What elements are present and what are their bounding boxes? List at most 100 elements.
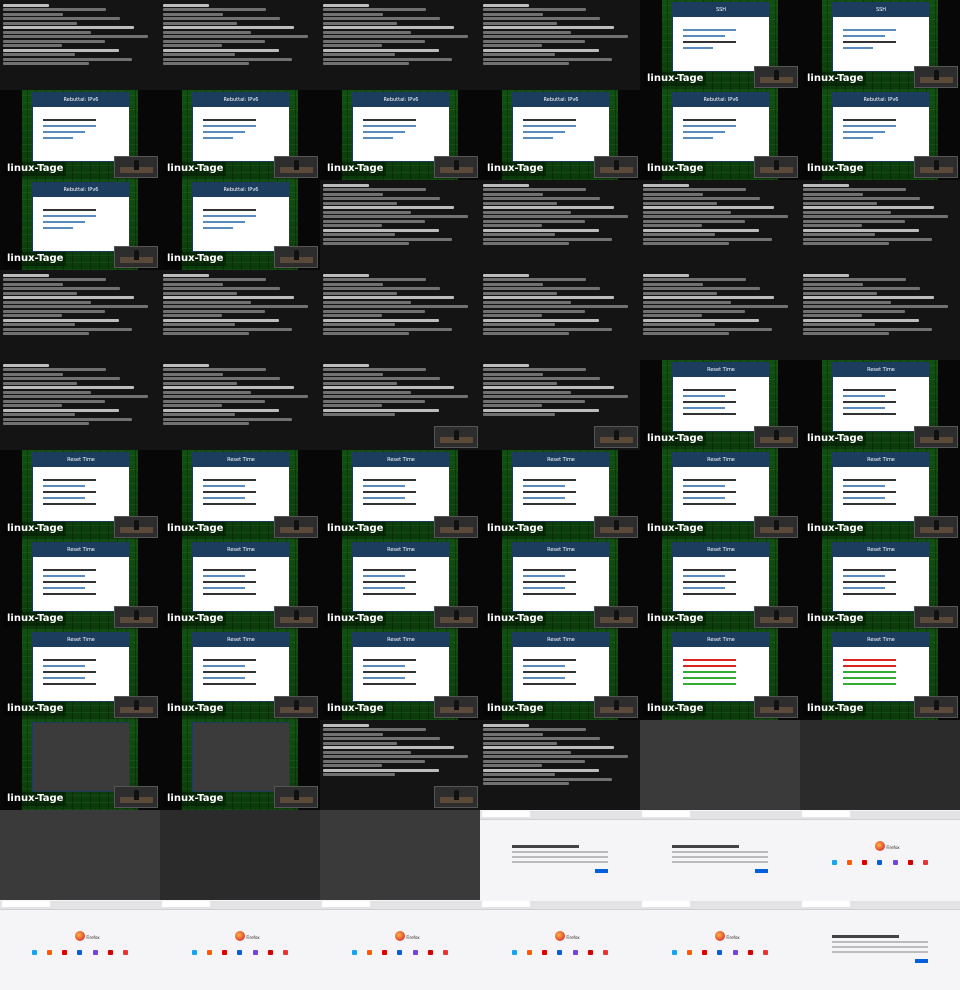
speaker xyxy=(453,790,459,801)
slide-body xyxy=(833,17,929,61)
slide-text-line xyxy=(203,479,257,481)
terminal-line xyxy=(803,327,933,331)
slide-title: Rebuttal: IPv6 xyxy=(833,93,929,107)
presentation-video-frame: Rebuttal: IPv6 linux-Tage xyxy=(640,90,800,180)
terminal-line xyxy=(483,224,542,227)
terminal-line xyxy=(483,30,571,34)
terminal-line xyxy=(3,3,50,7)
browser-window: Firefox xyxy=(320,900,480,990)
terminal-line xyxy=(643,201,717,205)
terminal-line xyxy=(323,404,382,407)
browser-tab-bar xyxy=(320,901,480,910)
slide-text-line xyxy=(363,665,405,667)
terminal-line xyxy=(323,773,396,776)
terminal-line xyxy=(163,381,237,385)
terminal-line xyxy=(483,291,557,295)
slide-text-line xyxy=(683,671,737,673)
terminal-line xyxy=(163,278,267,281)
slide-title: Rebuttal: IPv6 xyxy=(33,183,129,197)
terminal-output xyxy=(323,362,477,418)
slide-text-line xyxy=(203,131,245,133)
terminal-frame xyxy=(800,270,960,360)
terminal-line xyxy=(3,417,133,421)
presentation-video-frame: SSH linux-Tage xyxy=(800,0,960,90)
terminal-line xyxy=(483,206,614,209)
terminal-line xyxy=(643,323,716,326)
error-text-line xyxy=(672,861,768,864)
terminal-line xyxy=(483,395,628,398)
terminal-output xyxy=(323,272,477,337)
terminal-line xyxy=(483,273,530,277)
terminal-line xyxy=(163,62,250,65)
slide: SSH xyxy=(832,2,930,73)
terminal-line xyxy=(163,48,279,52)
slide-text-line xyxy=(683,479,737,481)
terminal-line xyxy=(643,197,761,200)
slide-body xyxy=(513,467,609,517)
terminal-line xyxy=(323,372,384,376)
terminal-line xyxy=(803,188,907,191)
terminal-line xyxy=(163,422,250,425)
terminal-line xyxy=(643,192,704,196)
slide-title: Reset Time xyxy=(193,633,289,647)
slide-text-line xyxy=(523,485,565,487)
terminal-line xyxy=(3,404,62,407)
blank-frame xyxy=(640,720,800,810)
slide-text-line xyxy=(683,659,737,661)
slide-text-line xyxy=(843,125,897,127)
browser-window xyxy=(640,810,800,900)
top-sites xyxy=(832,860,928,866)
terminal-line xyxy=(323,723,370,727)
presentation-video-frame: Reset Time linux-Tage xyxy=(800,630,960,720)
terminal-line xyxy=(483,183,530,187)
presentation-video-frame: Rebuttal: IPv6 linux-Tage xyxy=(160,90,320,180)
terminal-line xyxy=(323,192,384,196)
terminal-line xyxy=(483,768,599,772)
browser-window xyxy=(800,900,960,990)
conference-logo: linux-Tage xyxy=(804,72,867,86)
slide-text-line xyxy=(43,581,97,583)
slide-title: SSH xyxy=(673,3,769,17)
terminal-line xyxy=(323,62,410,65)
conference-logo: linux-Tage xyxy=(804,612,867,626)
presentation-video-frame: Reset Time linux-Tage xyxy=(640,450,800,540)
terminal-line xyxy=(163,305,308,308)
terminal-line xyxy=(3,273,50,277)
terminal-line xyxy=(3,8,107,11)
terminal-line xyxy=(643,332,730,335)
terminal-line xyxy=(803,192,864,196)
top-site-icon xyxy=(587,950,593,956)
slide-text-line xyxy=(683,569,737,571)
terminal-line xyxy=(3,395,148,398)
slide-body xyxy=(33,557,129,607)
slide-text-line xyxy=(43,485,85,487)
terminal-line xyxy=(323,219,425,223)
slide-body xyxy=(33,197,129,241)
terminal-output xyxy=(483,272,637,337)
terminal-line xyxy=(643,224,702,227)
slide-text-line xyxy=(683,47,714,49)
slide-text-line xyxy=(43,593,97,595)
conference-logo: linux-Tage xyxy=(164,522,227,536)
terminal-line xyxy=(483,381,557,385)
top-site-icon xyxy=(252,950,258,956)
terminal-line xyxy=(643,309,745,313)
slide-text-line xyxy=(523,479,577,481)
try-again-button xyxy=(914,959,928,964)
top-site-icon xyxy=(207,950,213,956)
presentation-video-frame: Rebuttal: IPv6 linux-Tage xyxy=(0,180,160,270)
terminal-line xyxy=(483,755,628,758)
slide: Reset Time xyxy=(832,632,930,703)
speaker xyxy=(613,700,619,711)
terminal-line xyxy=(483,404,542,407)
conference-logo: linux-Tage xyxy=(164,792,227,806)
speaker xyxy=(453,520,459,531)
slide-text-line xyxy=(843,479,897,481)
terminal-line xyxy=(323,768,439,772)
slide-body xyxy=(673,467,769,517)
terminal-frame xyxy=(640,180,800,270)
slide-text-line xyxy=(203,497,245,499)
slide-text-line xyxy=(203,215,257,217)
terminal-line xyxy=(323,228,439,232)
terminal-line xyxy=(163,26,294,29)
